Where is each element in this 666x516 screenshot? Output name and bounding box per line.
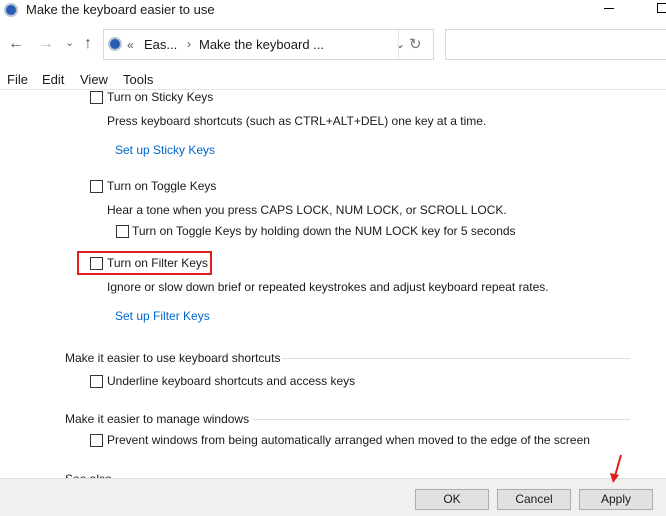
filter-keys-label[interactable]: Turn on Filter Keys (107, 256, 208, 270)
maximize-button[interactable] (657, 3, 666, 13)
toggle-keys-description: Hear a tone when you press CAPS LOCK, NU… (107, 203, 507, 217)
overflow-chevron[interactable]: « (127, 38, 134, 52)
setup-sticky-keys-link[interactable]: Set up Sticky Keys (115, 143, 215, 157)
apply-button[interactable]: Apply (579, 489, 653, 510)
sticky-keys-checkbox[interactable] (90, 91, 103, 104)
toggle-keys-checkbox[interactable] (90, 180, 103, 193)
cancel-button[interactable]: Cancel (497, 489, 571, 510)
menu-file[interactable]: File (7, 72, 28, 87)
recent-locations-button[interactable]: ⌄ (65, 36, 74, 49)
filter-keys-description: Ignore or slow down brief or repeated ke… (107, 280, 549, 294)
forward-button[interactable]: → (38, 35, 54, 53)
breadcrumb-current[interactable]: Make the keyboard ... (199, 37, 324, 52)
filter-keys-checkbox[interactable] (90, 257, 103, 270)
divider (398, 30, 399, 59)
search-input[interactable] (445, 29, 666, 60)
windows-heading: Make it easier to manage windows (65, 412, 250, 426)
back-button[interactable]: ← (8, 35, 24, 53)
red-arrow-annotation (610, 454, 622, 483)
menu-divider (0, 89, 666, 90)
prevent-arrange-label[interactable]: Prevent windows from being automatically… (107, 433, 590, 447)
breadcrumb-ease[interactable]: Eas... (144, 37, 177, 52)
section-divider (253, 419, 630, 420)
prevent-arrange-checkbox[interactable] (90, 434, 103, 447)
menu-edit[interactable]: Edit (42, 72, 64, 87)
window-title: Make the keyboard easier to use (26, 2, 215, 17)
breadcrumb-separator[interactable]: › (187, 37, 191, 51)
ease-of-access-icon (4, 3, 18, 17)
ease-of-access-icon (108, 37, 122, 51)
address-dropdown-button[interactable]: ⌄ (395, 37, 405, 51)
toggle-keys-numlock-label[interactable]: Turn on Toggle Keys by holding down the … (132, 224, 516, 238)
underline-shortcuts-checkbox[interactable] (90, 375, 103, 388)
toggle-keys-label[interactable]: Turn on Toggle Keys (107, 179, 216, 193)
menu-tools[interactable]: Tools (123, 72, 153, 87)
setup-filter-keys-link[interactable]: Set up Filter Keys (115, 309, 210, 323)
underline-shortcuts-label[interactable]: Underline keyboard shortcuts and access … (107, 374, 355, 388)
refresh-button[interactable]: ↻ (409, 35, 422, 53)
sticky-keys-description: Press keyboard shortcuts (such as CTRL+A… (107, 114, 487, 128)
sticky-keys-label[interactable]: Turn on Sticky Keys (107, 90, 213, 104)
ok-button[interactable]: OK (415, 489, 489, 510)
section-divider (282, 358, 630, 359)
toggle-keys-numlock-checkbox[interactable] (116, 225, 129, 238)
minimize-button[interactable] (604, 8, 614, 9)
menu-view[interactable]: View (80, 72, 108, 87)
address-bar[interactable]: « Eas... › Make the keyboard ... ⌄ ↻ (103, 29, 434, 60)
up-button[interactable]: ↑ (84, 35, 92, 53)
shortcuts-heading: Make it easier to use keyboard shortcuts (65, 351, 281, 365)
